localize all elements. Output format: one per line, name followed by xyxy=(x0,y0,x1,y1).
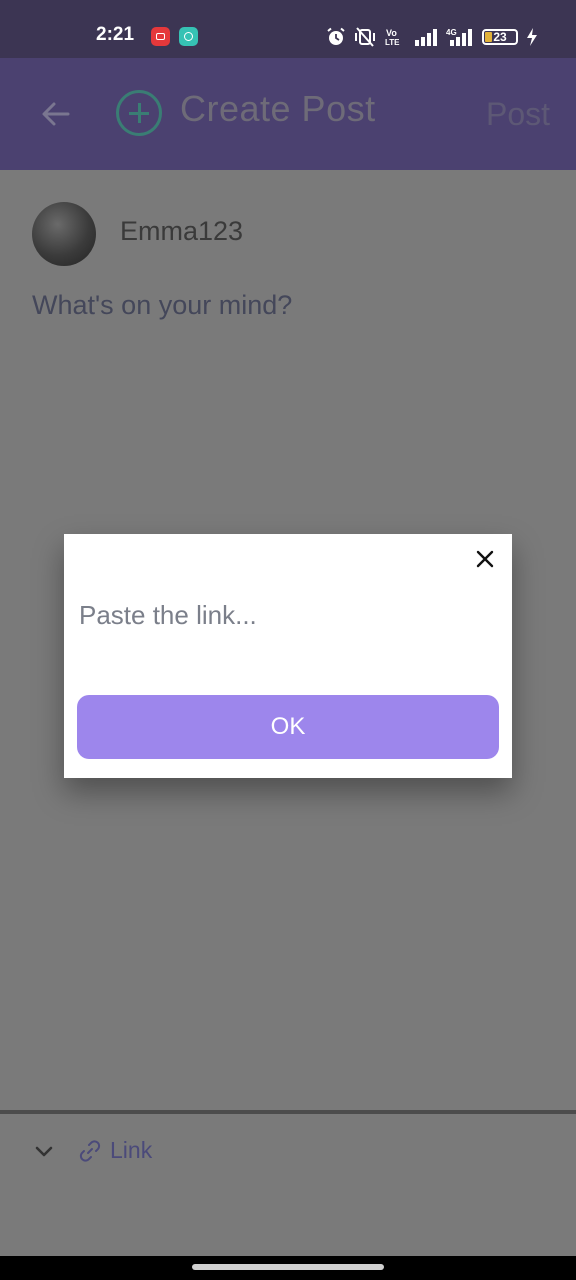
page-title: Create Post xyxy=(180,88,376,129)
signal-icon xyxy=(415,29,437,46)
vibrate-off-icon xyxy=(355,27,375,47)
4g-signal-icon: 4G xyxy=(446,28,472,46)
battery-level: 23 xyxy=(493,30,507,44)
post-button[interactable]: Post xyxy=(486,96,550,133)
app-bar: Create Post Post xyxy=(0,58,576,170)
post-text-placeholder[interactable]: What's on your mind? xyxy=(32,290,292,321)
screen-recorder-icon xyxy=(151,27,170,46)
battery-icon: 23 xyxy=(482,29,518,45)
paste-link-dialog: OK xyxy=(64,534,512,778)
navigation-bar xyxy=(0,1256,576,1280)
ok-button[interactable]: OK xyxy=(77,695,499,759)
volte-icon: Vo LTE xyxy=(385,28,400,47)
link-input[interactable] xyxy=(77,592,491,638)
link-button-label[interactable]: Link xyxy=(110,1137,152,1164)
alarm-icon xyxy=(327,27,345,45)
add-circle-icon xyxy=(116,90,162,136)
system-icons: Vo LTE 4G 23 xyxy=(326,26,538,48)
bottom-toolbar xyxy=(0,1114,576,1256)
volte-label-top: Vo xyxy=(386,28,397,38)
chevron-down-icon[interactable] xyxy=(34,1142,54,1162)
status-time: 2:21 xyxy=(96,24,135,45)
avatar xyxy=(32,202,96,266)
charging-bolt-icon xyxy=(527,28,537,46)
network-label: 4G xyxy=(446,28,457,37)
status-bar: 2:21 Vo LTE 4G 23 xyxy=(0,0,576,58)
chat-bubble-icon xyxy=(179,27,198,46)
link-icon[interactable] xyxy=(78,1139,102,1163)
back-arrow-icon[interactable] xyxy=(40,98,72,130)
volte-label-bottom: LTE xyxy=(385,38,400,47)
close-icon[interactable] xyxy=(474,548,496,570)
home-gesture-handle[interactable] xyxy=(192,1264,384,1270)
username: Emma123 xyxy=(120,216,244,246)
